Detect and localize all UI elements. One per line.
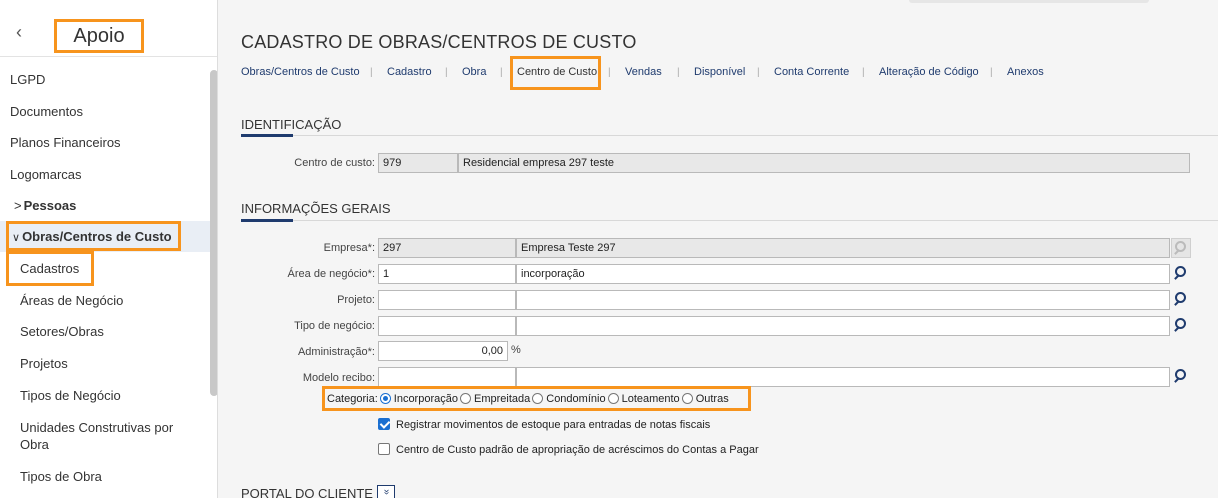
highlight-box-tab bbox=[510, 56, 601, 90]
radio-label: Empreitada bbox=[473, 393, 531, 405]
chevron-right-icon: > bbox=[14, 198, 22, 213]
radio-label: Loteamento bbox=[621, 393, 680, 405]
radio-label: Outras bbox=[695, 393, 729, 405]
administracao-input[interactable]: 0,00 bbox=[378, 341, 508, 361]
double-chevron-down-icon[interactable]: » bbox=[377, 485, 395, 498]
area-negocio-name-input[interactable]: incorporação bbox=[516, 264, 1170, 284]
projeto-name-input[interactable] bbox=[516, 290, 1170, 310]
categoria-label: Categoria: bbox=[327, 393, 378, 405]
search-icon[interactable] bbox=[1173, 317, 1191, 335]
sidebar: ‹ Apoio LGPD Documentos Planos Financeir… bbox=[0, 0, 218, 498]
section-divider bbox=[241, 135, 1218, 136]
checkbox-estoque-row: Registrar movimentos de estoque para ent… bbox=[378, 418, 710, 431]
checkbox-padrao-row: Centro de Custo padrão de apropriação de… bbox=[378, 443, 759, 456]
tab-obra[interactable]: Obra bbox=[462, 66, 486, 78]
modelo-recibo-name-input[interactable] bbox=[516, 367, 1170, 387]
centro-custo-name-field: Residencial empresa 297 teste bbox=[458, 153, 1190, 173]
tab-alteracao-codigo[interactable]: Alteração de Código bbox=[879, 66, 979, 78]
expand-glyph: » bbox=[381, 489, 392, 495]
tab-cadastro[interactable]: Cadastro bbox=[387, 66, 432, 78]
search-icon bbox=[1173, 240, 1191, 258]
tipo-negocio-label: Tipo de negócio: bbox=[294, 320, 375, 332]
sidebar-item-documentos[interactable]: Documentos bbox=[10, 104, 83, 119]
tab-separator: | bbox=[677, 67, 680, 78]
section-divider bbox=[241, 220, 1218, 221]
empresa-name-field: Empresa Teste 297 bbox=[516, 238, 1170, 258]
categoria-radio-group: Categoria: Incorporação Empreitada Condomín… bbox=[327, 393, 729, 405]
chevron-left-icon[interactable]: ‹ bbox=[16, 22, 22, 43]
search-icon[interactable] bbox=[1173, 291, 1191, 309]
sidebar-item-areas-negocio[interactable]: Áreas de Negócio bbox=[20, 293, 123, 308]
tab-separator: | bbox=[862, 67, 865, 78]
sidebar-item-tipos-obra[interactable]: Tipos de Obra bbox=[20, 469, 102, 484]
radio-incorporacao[interactable] bbox=[379, 393, 391, 404]
section-identificacao-heading: IDENTIFICAÇÃO bbox=[241, 117, 342, 132]
section-portal-heading: PORTAL DO CLIENTE bbox=[241, 486, 373, 498]
tab-anexos[interactable]: Anexos bbox=[1007, 66, 1044, 78]
tab-separator: | bbox=[445, 67, 448, 78]
sidebar-item-setores-obras[interactable]: Setores/Obras bbox=[20, 324, 104, 339]
percent-unit: % bbox=[511, 344, 521, 356]
area-negocio-code-input[interactable]: 1 bbox=[378, 264, 516, 284]
tab-obras-centros[interactable]: Obras/Centros de Custo bbox=[241, 66, 360, 78]
highlight-box-obras bbox=[6, 221, 181, 251]
area-negocio-label: Área de negócio*: bbox=[287, 268, 375, 280]
empresa-label: Empresa*: bbox=[323, 242, 375, 254]
tab-separator: | bbox=[757, 67, 760, 78]
checkbox-estoque[interactable] bbox=[378, 418, 390, 430]
tipo-negocio-code-input[interactable] bbox=[378, 316, 516, 336]
administracao-label: Administração*: bbox=[297, 346, 375, 358]
section-accent bbox=[241, 134, 293, 137]
tab-conta-corrente[interactable]: Conta Corrente bbox=[774, 66, 849, 78]
radio-label: Condomínio bbox=[546, 393, 606, 405]
empresa-code-field: 297 bbox=[378, 238, 516, 258]
sidebar-item-unidades-construtivas[interactable]: Unidades Construtivas por bbox=[20, 420, 173, 435]
sidebar-title: Apoio bbox=[54, 19, 144, 53]
top-strip bbox=[909, 0, 1149, 3]
main-content: CADASTRO DE OBRAS/CENTROS DE CUSTO Obras… bbox=[219, 0, 1218, 498]
radio-outras[interactable] bbox=[681, 393, 693, 404]
radio-loteamento[interactable] bbox=[607, 393, 619, 404]
sidebar-scrollbar[interactable] bbox=[210, 70, 217, 396]
modelo-recibo-label: Modelo recibo: bbox=[302, 372, 375, 384]
sidebar-divider bbox=[0, 56, 217, 57]
tipo-negocio-name-input[interactable] bbox=[516, 316, 1170, 336]
sidebar-item-projetos[interactable]: Projetos bbox=[20, 356, 68, 371]
tab-separator: | bbox=[500, 67, 503, 78]
sidebar-item-tipos-negocio[interactable]: Tipos de Negócio bbox=[20, 388, 121, 403]
tab-separator: | bbox=[990, 67, 993, 78]
sidebar-item-logomarcas[interactable]: Logomarcas bbox=[10, 167, 82, 182]
sidebar-item-pessoas[interactable]: > Pessoas bbox=[10, 198, 76, 213]
highlight-box-cadastros bbox=[6, 251, 94, 286]
centro-custo-code-field: 979 bbox=[378, 153, 458, 173]
centro-custo-label: Centro de custo: bbox=[294, 157, 375, 169]
radio-empreitada[interactable] bbox=[459, 393, 471, 404]
sidebar-header: ‹ Apoio bbox=[0, 8, 217, 56]
page-title: CADASTRO DE OBRAS/CENTROS DE CUSTO bbox=[241, 32, 637, 52]
checkbox-padrao[interactable] bbox=[378, 443, 390, 455]
section-accent bbox=[241, 219, 293, 222]
sidebar-item-lgpd[interactable]: LGPD bbox=[10, 72, 45, 87]
section-informacoes-heading: INFORMAÇÕES GERAIS bbox=[241, 201, 391, 216]
projeto-code-input[interactable] bbox=[378, 290, 516, 310]
checkbox-padrao-label: Centro de Custo padrão de apropriação de… bbox=[396, 444, 759, 456]
projeto-label: Projeto: bbox=[337, 294, 375, 306]
tab-separator: | bbox=[608, 67, 611, 78]
tab-separator: | bbox=[370, 67, 373, 78]
search-icon[interactable] bbox=[1173, 265, 1191, 283]
sidebar-item-planos-financeiros[interactable]: Planos Financeiros bbox=[10, 135, 121, 150]
sidebar-item-unidades-construtivas-line2[interactable]: Obra bbox=[20, 437, 49, 452]
sidebar-item-label: Pessoas bbox=[23, 198, 77, 213]
tab-disponivel[interactable]: Disponível bbox=[694, 66, 745, 78]
radio-label: Incorporação bbox=[393, 393, 458, 405]
radio-condominio[interactable] bbox=[532, 393, 544, 404]
tab-vendas[interactable]: Vendas bbox=[625, 66, 662, 78]
empresa-search-button bbox=[1171, 238, 1191, 258]
checkbox-estoque-label: Registrar movimentos de estoque para ent… bbox=[396, 419, 711, 431]
search-icon[interactable] bbox=[1173, 368, 1191, 386]
modelo-recibo-code-input[interactable] bbox=[378, 367, 516, 387]
